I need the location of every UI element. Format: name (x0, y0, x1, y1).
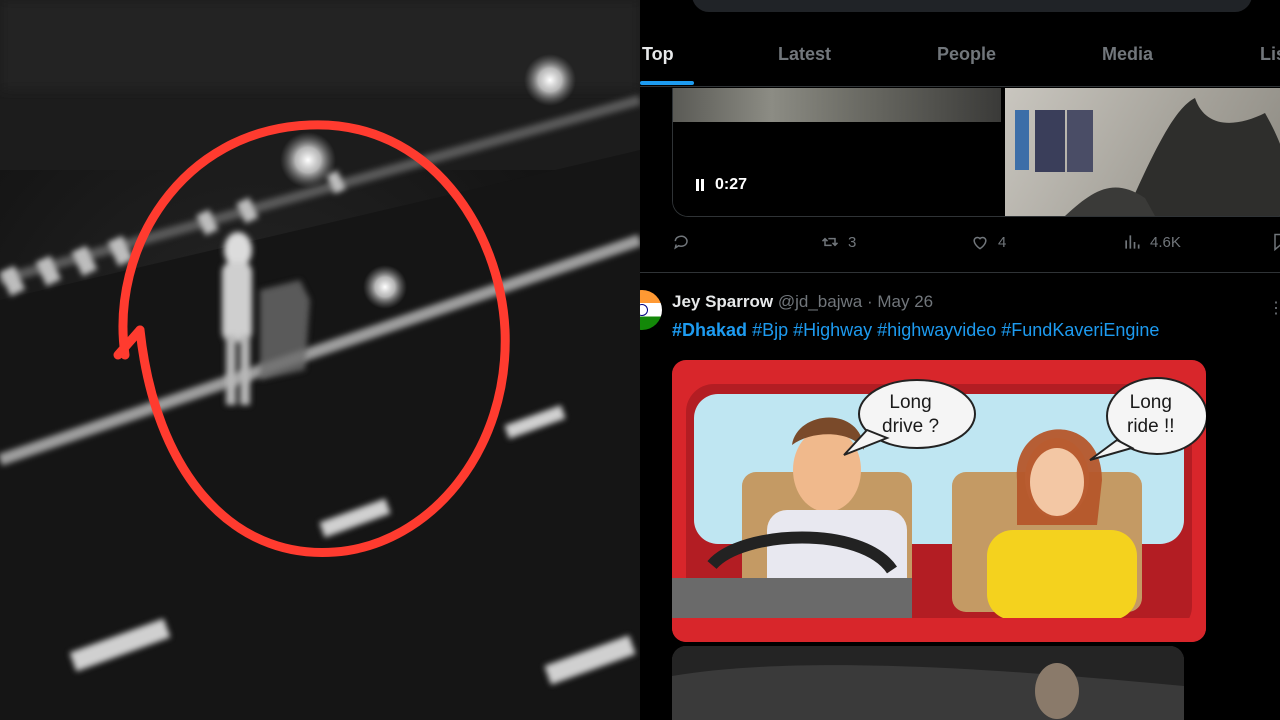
tab-top[interactable]: Top (642, 44, 674, 65)
tab-people[interactable]: People (937, 44, 996, 65)
more-options-icon[interactable]: ⋮ (1268, 298, 1280, 318)
video-time-label: 0:27 (715, 176, 748, 193)
video-thumbnail[interactable]: 0:27 (673, 88, 1001, 216)
avatar[interactable] (640, 290, 662, 330)
image-thumbnail[interactable] (1005, 88, 1280, 216)
hashtag-link[interactable]: #Dhakad (672, 320, 747, 340)
active-tab-indicator (640, 81, 694, 85)
post-image-comic[interactable]: Long drive ? Long ride !! (672, 360, 1206, 642)
speech-bubble-right: Long ride !! (1127, 392, 1175, 437)
cctv-scene (0, 0, 640, 720)
hashtag-link[interactable]: #highwayvideo (877, 320, 996, 340)
bookmark-button[interactable] (1270, 232, 1280, 252)
views-count: 4.6K (1150, 233, 1181, 251)
like-button[interactable]: 4 (970, 232, 1006, 252)
retweet-count: 3 (848, 233, 857, 251)
views-button[interactable]: 4.6K (1122, 232, 1181, 252)
pause-icon[interactable] (695, 179, 705, 191)
views-chart-icon (1125, 235, 1140, 249)
heart-icon (973, 236, 987, 250)
retweet-button[interactable]: 3 (820, 232, 856, 252)
like-count: 4 (998, 233, 1007, 251)
post-image-secondary[interactable] (672, 646, 1184, 720)
post-hashtags: #Dhakad #Bjp #Highway #highwayvideo #Fun… (672, 320, 1159, 341)
hashtag-link[interactable]: #Highway (793, 320, 872, 340)
hashtag-link[interactable]: #Bjp (752, 320, 788, 340)
tab-lists[interactable]: Lis (1260, 44, 1280, 65)
cctv-image-panel (0, 0, 640, 720)
post-date[interactable]: May 26 (877, 292, 933, 311)
hashtag-link[interactable]: #FundKaveriEngine (1001, 320, 1159, 340)
previous-post-media[interactable]: 0:27 (672, 88, 1280, 217)
bookmark-icon (1274, 233, 1280, 252)
meta-separator: · (866, 292, 873, 311)
author-name[interactable]: Jey Sparrow (672, 292, 773, 311)
twitter-panel: Top Latest People Media Lis 0:27 (640, 0, 1280, 720)
tab-latest[interactable]: Latest (778, 44, 831, 65)
post-divider (640, 272, 1280, 273)
tab-media[interactable]: Media (1102, 44, 1153, 65)
speech-bubble-left: Long drive ? (882, 392, 940, 437)
search-tabs: Top Latest People Media Lis (640, 26, 1280, 87)
author-handle[interactable]: @jd_bajwa (778, 292, 862, 311)
reply-button[interactable] (672, 232, 692, 252)
post-action-bar: 3 4 4.6K (672, 232, 1280, 260)
search-input[interactable] (692, 0, 1252, 12)
retweet-icon (821, 237, 839, 247)
post-header: Jey Sparrow @jd_bajwa · May 26 (672, 292, 933, 312)
tabs-divider (640, 86, 1280, 87)
video-timer: 0:27 (695, 176, 747, 194)
reply-icon (674, 235, 688, 250)
